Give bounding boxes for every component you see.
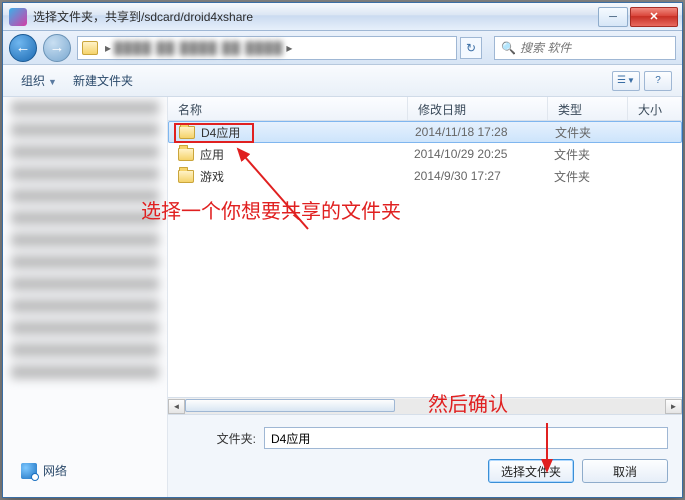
folder-name-input[interactable] (264, 427, 668, 449)
scroll-track[interactable] (185, 399, 665, 414)
new-folder-button[interactable]: 新建文件夹 (65, 68, 141, 93)
network-icon (21, 463, 37, 479)
help-button[interactable]: ? (644, 71, 672, 91)
main-pane: 名称 修改日期 类型 大小 D4应用 2014/11/18 17:28 文件夹 … (168, 97, 682, 497)
back-button[interactable]: ← (9, 34, 37, 62)
organize-menu[interactable]: 组织▼ (13, 68, 65, 93)
content-area: 网络 名称 修改日期 类型 大小 D4应用 2014/11/18 17:28 文… (3, 97, 682, 497)
folder-row[interactable]: 游戏 2014/9/30 17:27 文件夹 (168, 165, 682, 187)
file-list[interactable]: D4应用 2014/11/18 17:28 文件夹 应用 2014/10/29 … (168, 121, 682, 414)
window-title: 选择文件夹，共享到/sdcard/droid4xshare (33, 8, 598, 25)
scroll-left-button[interactable]: ◄ (168, 399, 185, 414)
toolbar: 组织▼ 新建文件夹 ☰▼ ? (3, 65, 682, 97)
folder-label: 文件夹: (182, 430, 256, 447)
chevron-down-icon: ▼ (48, 77, 57, 87)
titlebar[interactable]: 选择文件夹，共享到/sdcard/droid4xshare ─ ✕ (3, 3, 682, 31)
col-date[interactable]: 修改日期 (408, 97, 548, 120)
horizontal-scrollbar[interactable]: ◄ ► (168, 397, 682, 414)
breadcrumb[interactable]: ▸ ████ ██ ████ ██ ████ ▸ (77, 36, 457, 60)
bottom-panel: 文件夹: 选择文件夹 取消 (168, 414, 682, 497)
col-size[interactable]: 大小 (628, 97, 682, 120)
chevron-right-icon: ▸ (286, 41, 292, 55)
cancel-button[interactable]: 取消 (582, 459, 668, 483)
navbar: ← → ▸ ████ ██ ████ ██ ████ ▸ ↻ 🔍 (3, 31, 682, 65)
select-folder-button[interactable]: 选择文件夹 (488, 459, 574, 483)
minimize-button[interactable]: ─ (598, 7, 628, 27)
search-input[interactable] (520, 41, 669, 55)
col-name[interactable]: 名称 (168, 97, 408, 120)
search-icon: 🔍 (501, 41, 516, 55)
folder-icon (82, 41, 98, 55)
app-icon (9, 8, 27, 26)
search-box[interactable]: 🔍 (494, 36, 676, 60)
view-mode-button[interactable]: ☰▼ (612, 71, 640, 91)
forward-button[interactable]: → (43, 34, 71, 62)
close-button[interactable]: ✕ (630, 7, 678, 27)
folder-picker-window: 选择文件夹，共享到/sdcard/droid4xshare ─ ✕ ← → ▸ … (2, 2, 683, 498)
folder-icon (179, 126, 195, 139)
folder-row[interactable]: 应用 2014/10/29 20:25 文件夹 (168, 143, 682, 165)
col-type[interactable]: 类型 (548, 97, 628, 120)
chevron-right-icon: ▸ (105, 41, 111, 55)
sidebar-item-network[interactable]: 网络 (21, 462, 67, 479)
sidebar[interactable]: 网络 (3, 97, 168, 497)
scroll-right-button[interactable]: ► (665, 399, 682, 414)
refresh-button[interactable]: ↻ (460, 37, 482, 59)
folder-row[interactable]: D4应用 2014/11/18 17:28 文件夹 (168, 121, 682, 143)
folder-icon (178, 170, 194, 183)
scroll-thumb[interactable] (185, 399, 395, 412)
column-headers[interactable]: 名称 修改日期 类型 大小 (168, 97, 682, 121)
folder-icon (178, 148, 194, 161)
